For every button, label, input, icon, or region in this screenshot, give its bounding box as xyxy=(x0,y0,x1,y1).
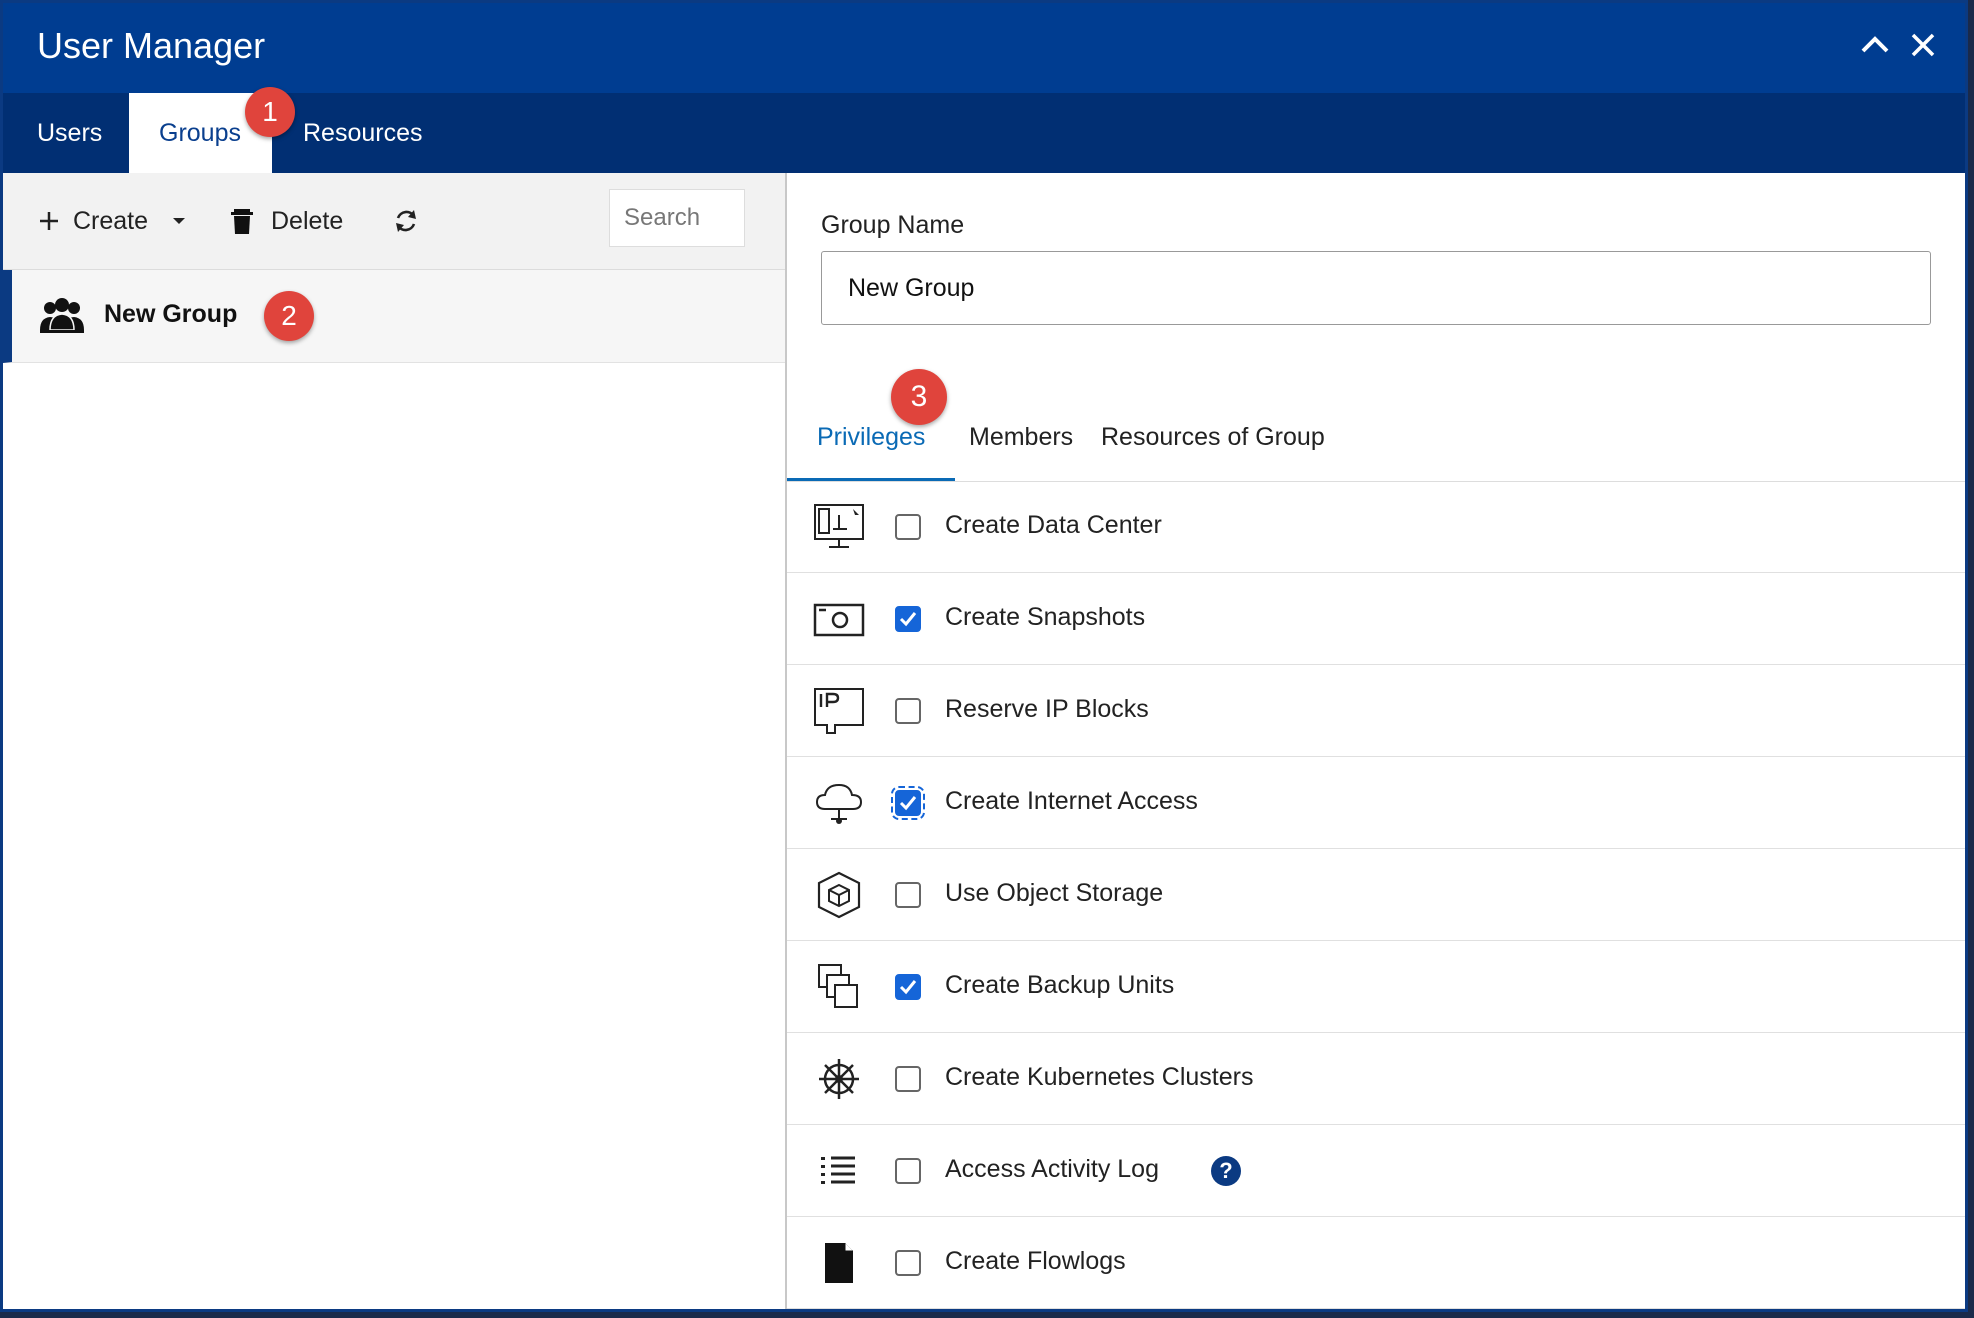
backup-icon xyxy=(813,961,865,1013)
collapse-icon[interactable] xyxy=(1855,25,1895,65)
group-details-panel: Group Name Privileges Members Resources … xyxy=(787,173,1965,1309)
window-title: User Manager xyxy=(37,25,266,66)
callout-badge-1: 1 xyxy=(245,87,295,137)
object-storage-icon xyxy=(813,869,865,921)
privilege-checkbox[interactable] xyxy=(895,698,921,724)
privilege-label: Create Backup Units xyxy=(945,971,1175,999)
privilege-label: Create Snapshots xyxy=(945,603,1146,631)
privilege-row: Create Snapshots xyxy=(787,573,1965,665)
privilege-label: Create Internet Access xyxy=(945,787,1198,815)
checkmark-icon xyxy=(899,612,917,627)
privilege-row: Create Internet Access xyxy=(787,757,1965,849)
group-name-input[interactable] xyxy=(821,251,1931,325)
group-list-item[interactable]: New Group 2 xyxy=(3,270,785,363)
privilege-row: Create Flowlogs xyxy=(787,1217,1965,1309)
privilege-row: Create Data Center xyxy=(787,481,1965,573)
snapshot-icon xyxy=(813,593,865,645)
privilege-row: Create Kubernetes Clusters xyxy=(787,1033,1965,1125)
privilege-checkbox[interactable] xyxy=(891,786,925,820)
title-bar: User Manager xyxy=(3,3,1965,93)
privilege-row: Use Object Storage xyxy=(787,849,1965,941)
tab-resources-of-group[interactable]: Resources of Group xyxy=(1071,393,1355,481)
privilege-label: Create Flowlogs xyxy=(945,1247,1126,1275)
privilege-checkbox[interactable] xyxy=(895,1066,921,1092)
group-name: New Group xyxy=(104,300,238,328)
privilege-label: Reserve IP Blocks xyxy=(945,695,1149,723)
privilege-checkbox[interactable] xyxy=(895,606,921,632)
privilege-checkbox[interactable] xyxy=(895,882,921,908)
tab-users[interactable]: Users xyxy=(7,93,132,173)
privilege-checkbox[interactable] xyxy=(895,1250,921,1276)
user-manager-window: User Manager Users Groups Resources 1 Cr… xyxy=(0,0,1968,1312)
data-center-icon xyxy=(813,501,865,553)
help-icon[interactable]: ? xyxy=(1211,1156,1241,1186)
search-input[interactable] xyxy=(609,189,745,247)
top-tab-bar: Users Groups Resources 1 xyxy=(3,87,1965,173)
ip-block-icon xyxy=(813,685,865,737)
privilege-row: Access Activity Log ? xyxy=(787,1125,1965,1217)
refresh-icon[interactable] xyxy=(391,197,421,245)
checkmark-icon xyxy=(899,980,917,995)
privilege-row: Create Backup Units xyxy=(787,941,1965,1033)
kubernetes-icon xyxy=(813,1053,865,1105)
group-icon xyxy=(38,296,86,336)
document-icon xyxy=(813,1237,865,1289)
group-name-label: Group Name xyxy=(821,211,965,239)
list-icon xyxy=(813,1145,865,1197)
cloud-icon xyxy=(813,777,865,829)
checkmark-icon xyxy=(899,796,917,811)
groups-panel: Create Delete Search New Group 2 xyxy=(3,173,787,1309)
groups-toolbar: Create Delete xyxy=(3,173,785,270)
create-dropdown-chevron-down-icon[interactable] xyxy=(169,197,189,245)
delete-label: Delete xyxy=(271,206,344,235)
callout-badge-2: 2 xyxy=(264,291,314,341)
privilege-label: Create Kubernetes Clusters xyxy=(945,1063,1254,1091)
privilege-label: Create Data Center xyxy=(945,511,1162,539)
privilege-checkbox[interactable] xyxy=(895,514,921,540)
close-icon[interactable] xyxy=(1903,25,1943,65)
create-label: Create xyxy=(73,206,149,235)
callout-badge-3: 3 xyxy=(891,369,947,425)
privileges-list: Create Data Center Create Snapshots Rese… xyxy=(787,481,1965,1309)
privilege-checkbox[interactable] xyxy=(895,974,921,1000)
trash-icon xyxy=(229,207,255,235)
privilege-checkbox[interactable] xyxy=(895,1158,921,1184)
detail-tab-bar: Privileges Members Resources of Group 3 xyxy=(787,369,1965,482)
delete-button[interactable]: Delete xyxy=(229,197,343,245)
tab-resources[interactable]: Resources xyxy=(273,93,453,173)
plus-icon xyxy=(37,209,61,233)
privilege-label: Use Object Storage xyxy=(945,879,1164,907)
privilege-label: Access Activity Log xyxy=(945,1155,1159,1183)
privilege-row: Reserve IP Blocks xyxy=(787,665,1965,757)
create-button[interactable]: Create xyxy=(37,197,148,245)
